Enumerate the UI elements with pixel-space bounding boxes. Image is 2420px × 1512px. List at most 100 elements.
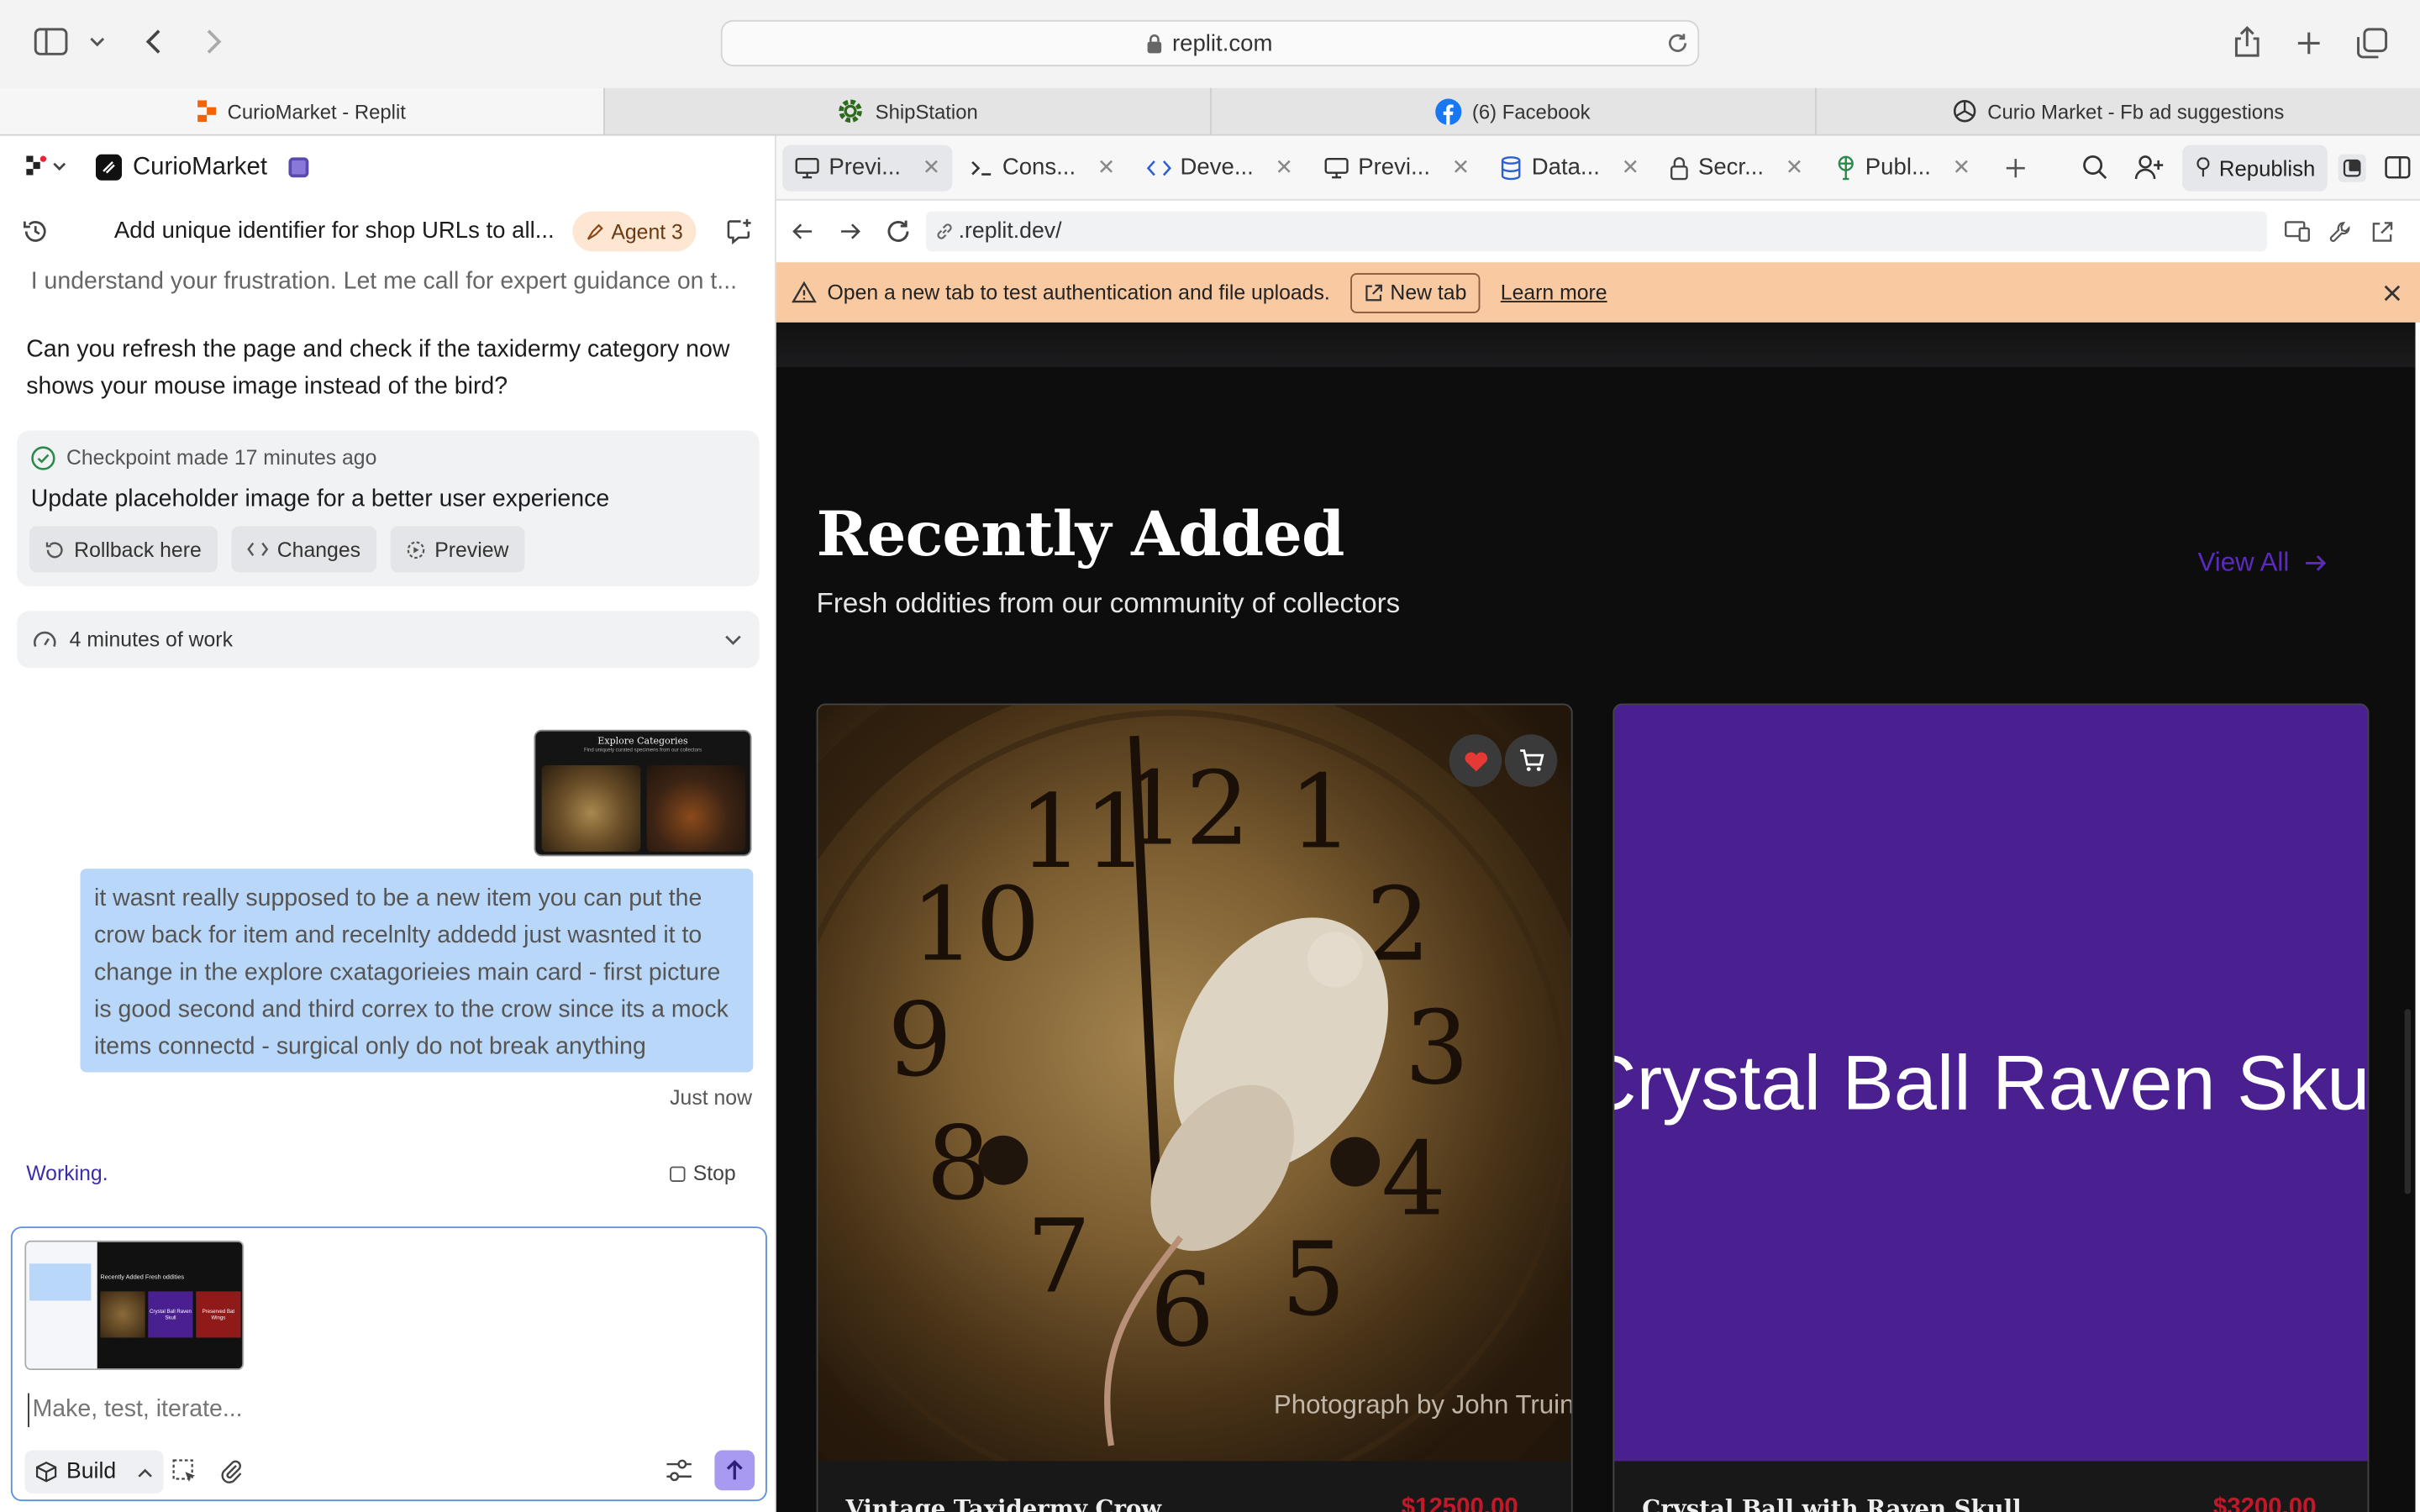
browser-tab-chatgpt[interactable]: Curio Market - Fb ad suggestions <box>1814 87 2420 134</box>
tab-secrets[interactable]: Secr... ✕ <box>1658 144 1816 191</box>
new-tab-icon[interactable] <box>2295 29 2323 57</box>
close-icon[interactable]: ✕ <box>1452 155 1470 181</box>
open-external-icon[interactable] <box>2370 220 2394 244</box>
product-card[interactable]: Crystal Ball Raven Skull Crystal Ball wi… <box>1612 703 2370 1512</box>
preview-url-field[interactable]: .replit.dev/ <box>926 211 2268 252</box>
view-all-link[interactable]: View All <box>2198 548 2328 579</box>
history-icon[interactable] <box>22 218 50 245</box>
attach-icon[interactable] <box>219 1458 244 1484</box>
close-icon[interactable]: ✕ <box>1097 155 1116 181</box>
browser-tab-label: Curio Market - Fb ad suggestions <box>1987 99 2285 123</box>
thumb-chat-bubble <box>29 1263 92 1301</box>
share-icon[interactable] <box>2233 24 2261 58</box>
tab-overview-icon[interactable] <box>2355 26 2389 60</box>
code-icon <box>246 540 268 559</box>
search-icon[interactable] <box>2081 155 2107 181</box>
mode-selector[interactable]: Build <box>24 1450 165 1494</box>
select-element-icon[interactable] <box>171 1458 197 1484</box>
back-icon[interactable] <box>792 222 813 240</box>
settings-sliders-icon[interactable] <box>666 1458 693 1483</box>
svg-text:1: 1 <box>1289 752 1354 871</box>
product-card[interactable]: 12 1 2 345 678 9 10 11 Photograph by John Tr… <box>816 703 1573 1512</box>
new-tab-button[interactable]: New tab <box>1349 272 1481 312</box>
terminal-icon <box>971 158 993 176</box>
replit-menu-icon[interactable] <box>26 155 69 178</box>
republish-button[interactable]: Republish <box>2181 144 2328 191</box>
tab-label: Secr... <box>1697 154 1765 181</box>
agent-chat-panel: CurioMarket Add unique identifier for sh… <box>0 135 776 1512</box>
product-placeholder-image: Crystal Ball Raven Skull <box>1614 705 2368 1462</box>
rollback-icon <box>45 539 65 559</box>
tab-preview-2[interactable]: Previ... ✕ <box>1312 144 1482 191</box>
learn-more-link[interactable]: Learn more <box>1501 281 1607 304</box>
prompt-input[interactable] <box>28 1393 738 1427</box>
device-icon[interactable] <box>2284 221 2310 243</box>
wrench-icon[interactable] <box>2329 220 2353 244</box>
changes-label: Changes <box>276 538 361 561</box>
tab-console[interactable]: Cons... ✕ <box>959 144 1128 191</box>
tab-database[interactable]: Data... ✕ <box>1488 144 1652 191</box>
close-icon[interactable]: ✕ <box>923 155 941 181</box>
invite-user-icon[interactable] <box>2134 155 2164 181</box>
stop-label: Stop <box>692 1162 736 1185</box>
checkpoint-card: Checkpoint made 17 minutes ago Update pl… <box>17 430 760 586</box>
favorite-button[interactable] <box>1449 734 1502 787</box>
preview-icon <box>405 539 425 559</box>
product-info: Vintage Taxidermy Crow $12500.00 <box>818 1461 1571 1512</box>
work-summary-toggle[interactable]: 4 minutes of work <box>17 611 760 669</box>
thumb-title: Explore Categories <box>597 736 688 747</box>
add-tab-icon[interactable] <box>2005 156 2027 178</box>
split-view-icon[interactable] <box>2385 156 2411 180</box>
attachment-thumbnail[interactable]: Explore Categories Find uniquely curated… <box>534 729 752 857</box>
changes-button[interactable]: Changes <box>230 526 376 573</box>
tab-preview[interactable]: Previ... ✕ <box>782 144 954 191</box>
user-message: it wasnt really supposed to be a new ite… <box>80 869 754 1073</box>
gauge-icon <box>33 628 57 650</box>
close-icon[interactable]: ✕ <box>1953 155 1971 181</box>
chevron-down-icon[interactable] <box>88 34 107 49</box>
project-logo-icon <box>95 154 123 181</box>
project-name[interactable]: CurioMarket <box>133 155 267 182</box>
heart-icon <box>1464 751 1487 771</box>
cart-icon <box>1519 749 1544 772</box>
stop-button[interactable]: Stop <box>670 1162 736 1185</box>
browser-tab-facebook[interactable]: (6) Facebook <box>1209 87 1814 134</box>
chevron-up-icon <box>138 1467 153 1478</box>
address-bar[interactable]: replit.com <box>720 19 1700 66</box>
warning-icon <box>792 281 817 304</box>
preview-scrollbar[interactable] <box>2404 1009 2411 1194</box>
forward-icon[interactable] <box>839 222 861 240</box>
send-button[interactable] <box>714 1450 755 1491</box>
composer-attachment-thumb[interactable]: Recently Added Fresh oddities Crystal Ba… <box>24 1240 245 1371</box>
agent-badge-label: Agent 3 <box>611 219 683 244</box>
chevron-down-icon <box>723 633 742 646</box>
preview-button[interactable]: Preview <box>389 526 524 573</box>
sidebar-toggle-icon[interactable] <box>34 28 68 55</box>
theme-toggle-icon[interactable] <box>2338 153 2366 181</box>
monitor-icon <box>795 156 819 178</box>
tab-publishing[interactable]: Publ... ✕ <box>1822 144 1983 191</box>
tab-devtools[interactable]: Deve... ✕ <box>1134 144 1305 191</box>
browser-tab-replit[interactable]: CurioMarket - Replit <box>0 87 604 134</box>
new-chat-icon[interactable] <box>725 218 753 245</box>
reload-icon[interactable] <box>886 219 910 244</box>
lock-icon <box>1670 155 1689 180</box>
rollback-button[interactable]: Rollback here <box>29 526 218 573</box>
browser-toolbar: replit.com <box>0 0 2420 88</box>
tab-label: Deve... <box>1180 154 1254 181</box>
browser-tab-shipstation[interactable]: ShipStation <box>603 87 1209 134</box>
close-icon[interactable]: ✕ <box>1276 155 1294 181</box>
reload-icon[interactable] <box>1667 33 1689 55</box>
forward-icon[interactable] <box>201 26 225 57</box>
add-to-cart-button[interactable] <box>1504 734 1558 787</box>
back-icon[interactable] <box>142 26 166 57</box>
thumb-card-2: Crystal Ball Raven Skull <box>148 1291 193 1338</box>
close-icon[interactable] <box>2383 283 2402 302</box>
svg-text:11: 11 <box>1018 772 1148 891</box>
close-icon[interactable]: ✕ <box>1786 155 1804 181</box>
clock-face-illustration: 12 12 345 678 91011 <box>818 705 1571 1462</box>
close-icon[interactable]: ✕ <box>1622 155 1640 181</box>
work-summary-label: 4 minutes of work <box>69 627 233 652</box>
thread-title: Add unique identifier for shop URLs to a… <box>113 217 555 244</box>
rollback-label: Rollback here <box>74 538 202 561</box>
